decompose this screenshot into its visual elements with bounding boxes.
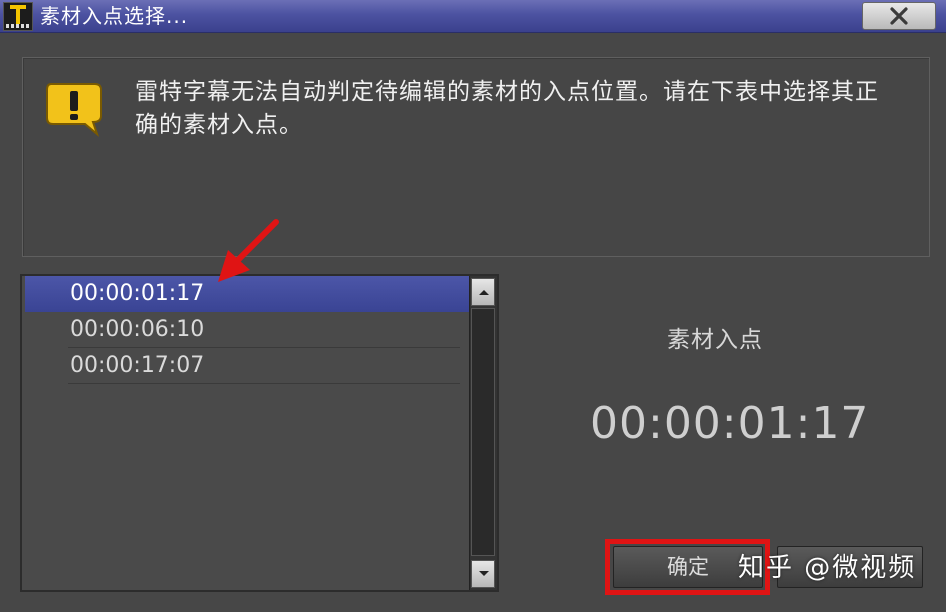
in-point-label: 素材入点: [667, 327, 763, 353]
divider: [68, 383, 460, 384]
list-scrollbar[interactable]: [469, 276, 497, 590]
app-icon: [3, 2, 33, 31]
title-t-icon: [10, 5, 26, 24]
list-items: 00:00:01:17 00:00:06:10 00:00:17:07: [22, 276, 470, 590]
chevron-up-icon: [479, 290, 489, 295]
list-item[interactable]: 00:00:17:07: [22, 348, 470, 384]
list-item[interactable]: 00:00:06:10: [22, 312, 470, 348]
close-icon: [890, 7, 908, 25]
list-item-label: 00:00:01:17: [70, 281, 205, 306]
in-point-list[interactable]: 00:00:01:17 00:00:06:10 00:00:17:07: [20, 274, 499, 592]
message-text: 雷特字幕无法自动判定待编辑的素材的入点位置。请在下表中选择其正 确的素材入点。: [135, 76, 905, 142]
chevron-down-icon: [479, 571, 489, 576]
warning-icon: [46, 83, 102, 138]
scroll-up-button[interactable]: [471, 278, 495, 306]
window-title: 素材入点选择...: [40, 4, 189, 28]
message-line-2: 确的素材入点。: [135, 112, 303, 138]
scroll-down-button[interactable]: [471, 560, 495, 588]
message-line-1: 雷特字幕无法自动判定待编辑的素材的入点位置。请在下表中选择其正: [135, 79, 879, 105]
list-item-label: 00:00:06:10: [70, 317, 205, 342]
title-bar[interactable]: 素材入点选择...: [0, 0, 946, 33]
message-panel: 雷特字幕无法自动判定待编辑的素材的入点位置。请在下表中选择其正 确的素材入点。: [22, 57, 930, 257]
scrollbar-track[interactable]: [471, 308, 495, 556]
annotation-arrow-icon: [218, 219, 279, 282]
film-strip-icon: [6, 24, 30, 28]
close-button[interactable]: [862, 2, 936, 30]
dialog-window: 素材入点选择... 雷特字幕无法自动判定待编辑的素材的入点位置。请在下表中选择其…: [0, 0, 946, 612]
list-item-label: 00:00:17:07: [70, 353, 205, 378]
watermark: 知乎 @微视频: [738, 553, 917, 583]
in-point-timecode: 00:00:01:17: [590, 398, 870, 449]
